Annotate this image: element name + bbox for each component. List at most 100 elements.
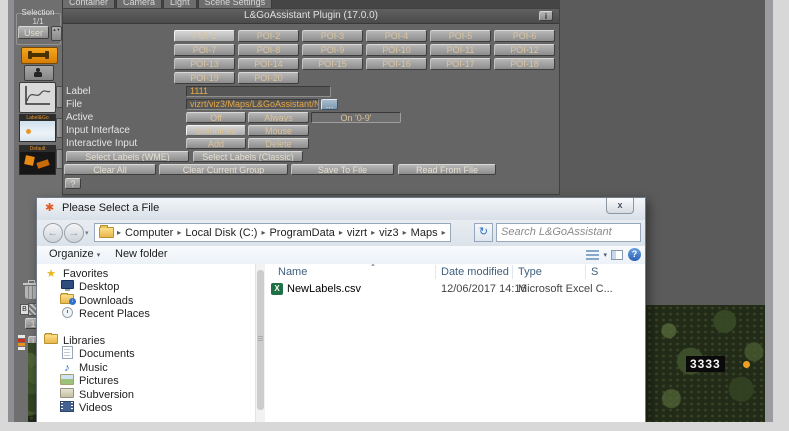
- breadcrumb-programdata[interactable]: ProgramData: [266, 227, 337, 239]
- organize-dropdown-icon: ▾: [97, 252, 101, 259]
- poi-19-button[interactable]: POI-19: [174, 72, 235, 84]
- nav-item-music[interactable]: ♪Music: [37, 361, 255, 375]
- select-labels-classic-button[interactable]: Select Labels (Classic): [193, 151, 303, 162]
- plugin-thumb-labelgo[interactable]: Label&Go: [19, 114, 56, 142]
- active-on09-button[interactable]: On '0-9': [311, 112, 401, 123]
- clear-all-button[interactable]: Clear All: [64, 164, 156, 175]
- poi-10-button[interactable]: POI-10: [366, 44, 427, 56]
- delete-button[interactable]: Delete: [248, 138, 309, 149]
- nav-pane-scrollbar[interactable]: [255, 264, 265, 422]
- column-divider[interactable]: [512, 265, 513, 279]
- column-name[interactable]: Name: [278, 266, 307, 278]
- history-dropdown-icon[interactable]: ▾: [85, 229, 89, 237]
- column-divider[interactable]: [585, 265, 586, 279]
- user-spinner[interactable]: ▲▼: [51, 26, 62, 41]
- column-divider[interactable]: [435, 265, 436, 279]
- views-icon[interactable]: [586, 250, 599, 260]
- render-poi-label: 3333: [686, 356, 725, 372]
- poi-1-button[interactable]: POI-1: [174, 30, 235, 42]
- nav-item-pictures[interactable]: Pictures: [37, 375, 255, 389]
- nav-item-videos[interactable]: Videos: [37, 402, 255, 416]
- poi-5-button[interactable]: POI-5: [430, 30, 491, 42]
- active-off-button[interactable]: Off: [186, 112, 246, 123]
- help-icon[interactable]: ?: [628, 248, 641, 261]
- plugin-thumb-default[interactable]: Default: [19, 145, 56, 175]
- save-to-file-button[interactable]: Save To File: [291, 164, 394, 175]
- actor-button[interactable]: [24, 65, 54, 81]
- poi-6-button[interactable]: POI-6: [494, 30, 555, 42]
- mouse-button[interactable]: Mouse: [248, 125, 309, 136]
- column-size[interactable]: S: [591, 266, 598, 278]
- close-button[interactable]: x: [606, 198, 634, 214]
- organize-button[interactable]: Organize ▾: [49, 248, 100, 260]
- sort-asc-icon: ▲: [370, 264, 376, 268]
- scrollbar-thumb[interactable]: [257, 270, 264, 410]
- poi-13-button[interactable]: POI-13: [174, 58, 235, 70]
- videos-icon: [60, 401, 74, 412]
- plugin-title: L&GoAssistant Plugin (17.0.0): [63, 9, 559, 24]
- back-button[interactable]: ←: [43, 223, 63, 243]
- poi-2-button[interactable]: POI-2: [238, 30, 299, 42]
- user-button[interactable]: User: [18, 26, 49, 39]
- poi-11-button[interactable]: POI-11: [430, 44, 491, 56]
- breadcrumb-lgoassistant[interactable]: L&GoAssistant: [447, 227, 451, 239]
- poi-9-button[interactable]: POI-9: [302, 44, 363, 56]
- breadcrumb-local-disk[interactable]: Local Disk (C:): [182, 227, 260, 239]
- file-input[interactable]: vizrt/viz3/Maps/L&GoAssistant/NewLa: [186, 99, 319, 110]
- refresh-button[interactable]: ↻: [474, 223, 493, 242]
- active-always-button[interactable]: Always: [248, 112, 309, 123]
- poi-14-button[interactable]: POI-14: [238, 58, 299, 70]
- poi-17-button[interactable]: POI-17: [430, 58, 491, 70]
- label-input[interactable]: 1111: [186, 86, 331, 97]
- browse-button[interactable]: ...: [321, 99, 338, 110]
- nav-item-documents[interactable]: Documents: [37, 348, 255, 362]
- clear-current-group-button[interactable]: Clear Current Group: [159, 164, 288, 175]
- poi-15-button[interactable]: POI-15: [302, 58, 363, 70]
- tab-scene-settings[interactable]: Scene Settings: [198, 0, 273, 8]
- transformation-button[interactable]: [21, 47, 58, 64]
- poi-18-button[interactable]: POI-18: [494, 58, 555, 70]
- nav-item-downloads[interactable]: ↓Downloads: [37, 294, 255, 308]
- nav-item-subversion[interactable]: Subversion: [37, 388, 255, 402]
- read-from-file-button[interactable]: Read From File: [398, 164, 496, 175]
- column-type[interactable]: Type: [518, 266, 542, 278]
- function-editor-button[interactable]: [19, 82, 56, 113]
- thumb-shape: [36, 159, 49, 168]
- breadcrumb-viz3[interactable]: viz3: [376, 227, 402, 239]
- file-date: 12/06/2017 14:16: [441, 283, 527, 295]
- preview-pane-icon[interactable]: [611, 250, 623, 260]
- breadcrumb-vizrt[interactable]: vizrt: [344, 227, 370, 239]
- tab-camera[interactable]: Camera: [116, 0, 162, 8]
- poi-16-button[interactable]: POI-16: [366, 58, 427, 70]
- poi-7-button[interactable]: POI-7: [174, 44, 235, 56]
- poi-8-button[interactable]: POI-8: [238, 44, 299, 56]
- poi-20-button[interactable]: POI-20: [238, 72, 299, 84]
- views-dropdown-icon[interactable]: ▾: [603, 251, 607, 259]
- nav-item-desktop[interactable]: Desktop: [37, 281, 255, 295]
- tab-light[interactable]: Light: [163, 0, 197, 8]
- new-folder-button[interactable]: New folder: [115, 248, 168, 260]
- file-row-newlabels[interactable]: X NewLabels.csv 12/06/2017 14:16 Microso…: [265, 282, 645, 296]
- poi-3-button[interactable]: POI-3: [302, 30, 363, 42]
- combined-button[interactable]: Combined: [186, 125, 246, 136]
- select-labels-wme-button[interactable]: Select Labels (WME): [66, 151, 189, 162]
- folder-icon: [99, 227, 114, 238]
- swatch: [18, 339, 25, 342]
- nav-item-recent-places[interactable]: Recent Places: [37, 308, 255, 322]
- search-input[interactable]: Search L&GoAssistant: [496, 223, 641, 242]
- forward-button[interactable]: →: [64, 223, 84, 243]
- column-date-modified[interactable]: Date modified: [441, 266, 509, 278]
- right-scroll-strip: [765, 0, 773, 422]
- breadcrumb-computer[interactable]: Computer: [122, 227, 176, 239]
- poi-4-button[interactable]: POI-4: [366, 30, 427, 42]
- breadcrumb-maps[interactable]: Maps: [408, 227, 441, 239]
- plugin-help-button[interactable]: ?: [65, 178, 81, 189]
- add-button[interactable]: Add: [186, 138, 246, 149]
- nav-group-favorites[interactable]: ★Favorites: [37, 267, 255, 281]
- tab-container[interactable]: Container: [62, 0, 115, 8]
- music-icon: ♪: [64, 362, 70, 374]
- poi-12-button[interactable]: POI-12: [494, 44, 555, 56]
- color-swatches[interactable]: [18, 335, 25, 351]
- info-button[interactable]: i: [539, 11, 553, 21]
- star-icon: ★: [46, 268, 56, 280]
